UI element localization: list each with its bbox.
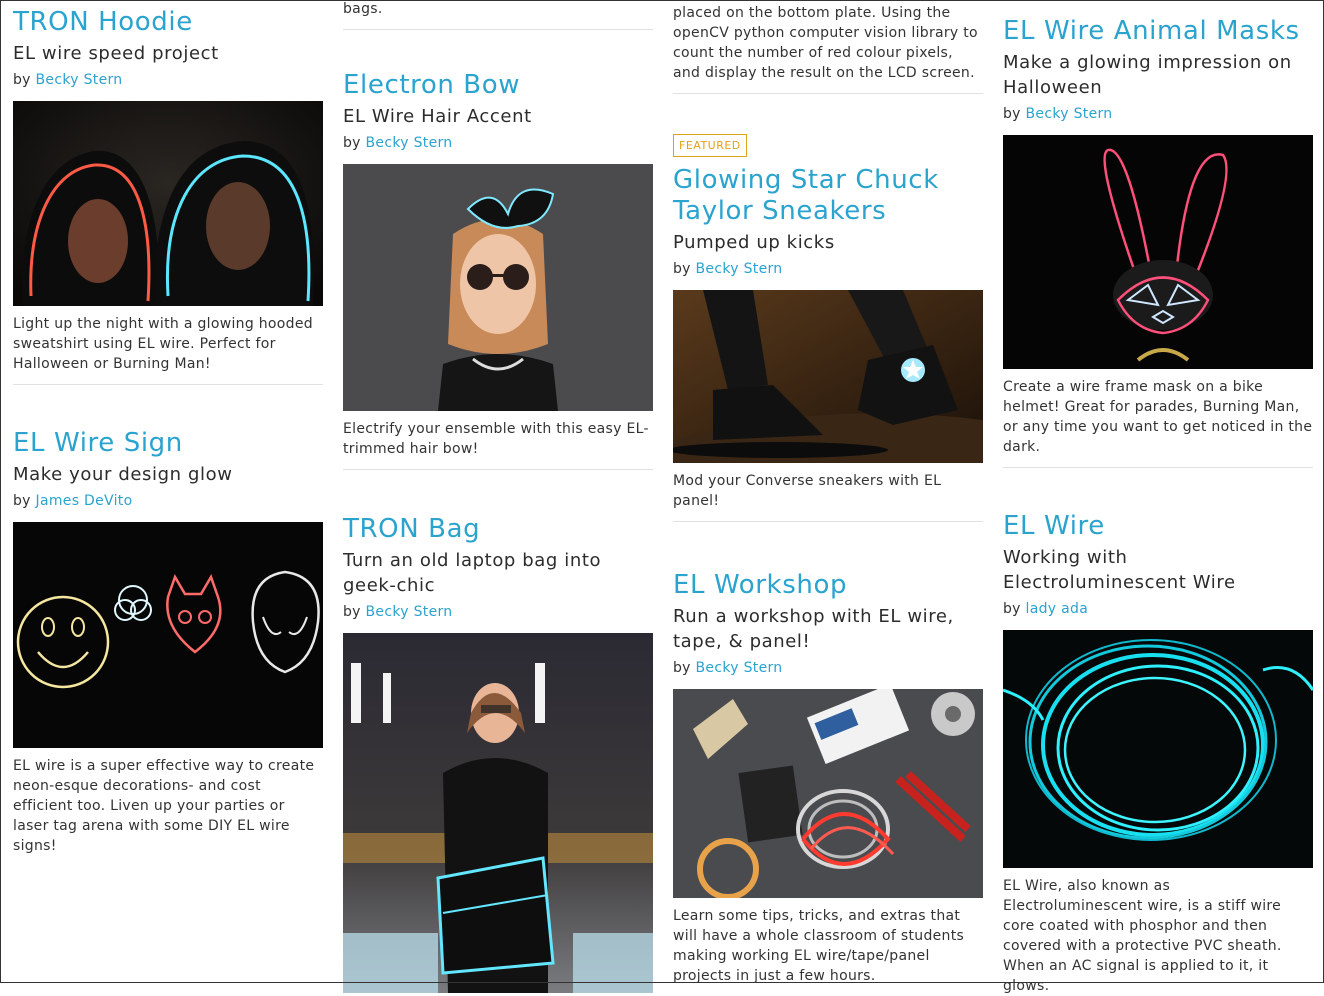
guide-card-tron-hoodie: TRON Hoodie EL wire speed project by Bec… <box>13 7 323 385</box>
author-link[interactable]: Becky Stern <box>696 660 783 676</box>
byline-prefix: by <box>13 72 36 88</box>
card-title[interactable]: Glowing Star Chuck Taylor Sneakers <box>673 165 983 227</box>
card-subtitle: Make your design glow <box>13 464 233 485</box>
tron-hoodie-photo[interactable] <box>13 101 323 306</box>
card-title[interactable]: EL Wire Sign <box>13 428 323 459</box>
card-title[interactable]: TRON Hoodie <box>13 7 323 38</box>
card-divider <box>13 384 323 385</box>
card-description: Create a wire frame mask on a bike helme… <box>1003 379 1313 455</box>
guide-card-el-workshop: EL Workshop Run a workshop with EL wire,… <box>673 570 983 986</box>
card-description: Electrify your ensemble with this easy E… <box>343 421 649 457</box>
guide-card-glowing-star-sneakers: FEATURED Glowing Star Chuck Taylor Sneak… <box>673 134 983 522</box>
card-byline: by Becky Stern <box>1003 104 1313 124</box>
card-divider <box>343 469 653 470</box>
byline-prefix: by <box>13 493 36 509</box>
guide-card-tron-bag: TRON Bag Turn an old laptop bag into gee… <box>343 514 653 993</box>
byline-prefix: by <box>343 135 366 151</box>
author-link[interactable]: James DeVito <box>36 493 133 509</box>
card-divider <box>343 29 653 30</box>
card-description: Light up the night with a glowing hooded… <box>13 316 313 372</box>
card-description: EL Wire, also known as Electroluminescen… <box>1003 878 1282 994</box>
byline-prefix: by <box>673 261 696 277</box>
animal-mask-photo[interactable] <box>1003 135 1313 369</box>
card-byline: by Becky Stern <box>673 658 983 678</box>
featured-badge: FEATURED <box>673 134 747 157</box>
card-description: EL wire is a super effective way to crea… <box>13 758 315 854</box>
card-byline: by Becky Stern <box>343 602 653 622</box>
electron-bow-photo[interactable] <box>343 164 653 411</box>
card-title[interactable]: TRON Bag <box>343 514 653 545</box>
guide-card-el-wire-sign: EL Wire Sign Make your design glow by Ja… <box>13 428 323 856</box>
card-subtitle: Pumped up kicks <box>673 232 835 253</box>
workshop-photo[interactable] <box>673 689 983 898</box>
card-description: bags. <box>343 1 383 17</box>
card-divider <box>673 93 983 94</box>
author-link[interactable]: Becky Stern <box>1026 106 1113 122</box>
card-subtitle: Turn an old laptop bag into geek-chic <box>343 550 602 596</box>
previous-card-fragment: placed on the bottom plate. Using the op… <box>673 3 983 94</box>
card-title[interactable]: EL Wire <box>1003 511 1313 542</box>
author-link[interactable]: Becky Stern <box>366 604 453 620</box>
guide-card-electron-bow: Electron Bow EL Wire Hair Accent by Beck… <box>343 70 653 470</box>
card-divider <box>673 521 983 522</box>
byline-prefix: by <box>673 660 696 676</box>
card-title[interactable]: EL Workshop <box>673 570 983 601</box>
card-subtitle: EL wire speed project <box>13 43 219 64</box>
card-subtitle: EL Wire Hair Accent <box>343 106 532 127</box>
el-wire-coil-photo[interactable] <box>1003 630 1313 868</box>
card-byline: by Becky Stern <box>673 259 983 279</box>
previous-card-fragment: bags. <box>343 0 653 30</box>
author-link[interactable]: lady ada <box>1026 601 1089 617</box>
card-description: Learn some tips, tricks, and extras that… <box>673 908 965 984</box>
card-description: placed on the bottom plate. Using the op… <box>673 5 978 81</box>
card-byline: by James DeVito <box>13 491 323 511</box>
guide-card-el-wire: EL Wire Working with Electroluminescent … <box>1003 511 1313 996</box>
tron-bag-photo[interactable] <box>343 633 653 993</box>
card-description: Mod your Converse sneakers with EL panel… <box>673 473 942 509</box>
byline-prefix: by <box>343 604 366 620</box>
sneakers-photo[interactable] <box>673 290 983 463</box>
author-link[interactable]: Becky Stern <box>366 135 453 151</box>
byline-prefix: by <box>1003 106 1026 122</box>
el-wire-sign-photo[interactable] <box>13 522 323 748</box>
card-subtitle: Working with Electroluminescent Wire <box>1003 547 1236 593</box>
card-subtitle: Run a workshop with EL wire, tape, & pan… <box>673 606 954 652</box>
card-title[interactable]: EL Wire Animal Masks <box>1003 16 1313 47</box>
guide-card-el-wire-animal-masks: EL Wire Animal Masks Make a glowing impr… <box>1003 16 1313 468</box>
card-byline: by Becky Stern <box>13 70 323 90</box>
card-divider <box>1003 467 1313 468</box>
byline-prefix: by <box>1003 601 1026 617</box>
card-subtitle: Make a glowing impression on Halloween <box>1003 52 1292 98</box>
card-byline: by Becky Stern <box>343 133 653 153</box>
card-title[interactable]: Electron Bow <box>343 70 653 101</box>
author-link[interactable]: Becky Stern <box>36 72 123 88</box>
author-link[interactable]: Becky Stern <box>696 261 783 277</box>
card-byline: by lady ada <box>1003 599 1313 619</box>
